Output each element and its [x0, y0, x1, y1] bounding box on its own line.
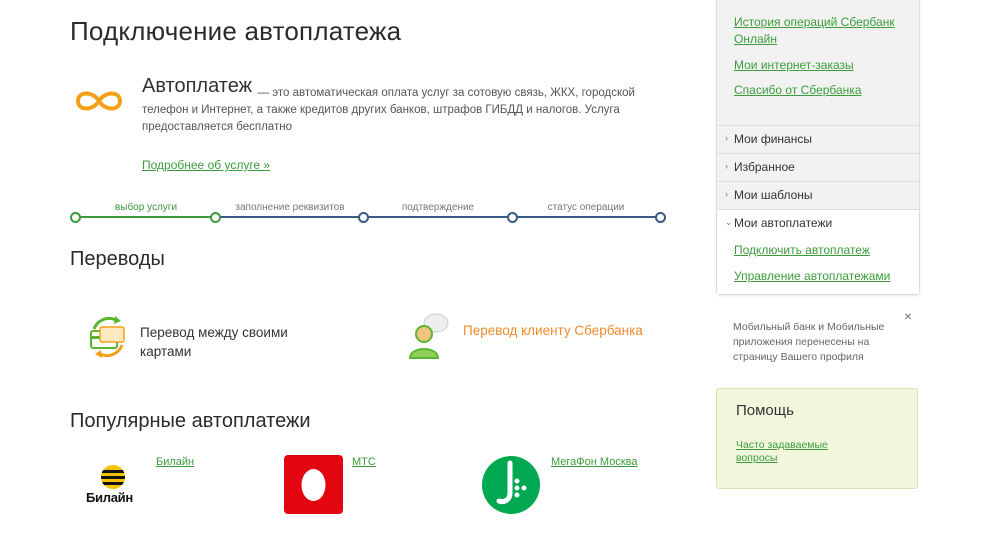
chevron-right-icon: › [725, 161, 728, 171]
help-title: Помощь [736, 402, 794, 419]
infinity-icon [72, 86, 126, 116]
sidebar-sub-manage-autopay[interactable]: Управление автоплатежами [734, 269, 890, 283]
close-icon[interactable]: × [904, 308, 912, 324]
step-dot-2 [358, 212, 369, 223]
notice-box: × Мобильный банк и Мобильные приложения … [716, 306, 918, 376]
more-about-service-link[interactable]: Подробнее об услуге » [142, 158, 270, 172]
sidebar-sub-connect-autopay[interactable]: Подключить автоплатеж [734, 243, 870, 257]
sidebar-item-finances[interactable]: › Мои финансы [717, 125, 919, 153]
sidebar-link-history[interactable]: История операций Сбербанк Онлайн [734, 14, 909, 48]
sidebar-item-favorites[interactable]: › Избранное [717, 153, 919, 181]
mts-logo[interactable] [284, 455, 343, 514]
person-icon[interactable] [406, 312, 456, 360]
mts-link[interactable]: МТС [352, 456, 376, 468]
notice-text: Мобильный банк и Мобильные приложения пе… [733, 321, 885, 363]
step-dot-start [70, 212, 81, 223]
sidebar-link-spasibo[interactable]: Спасибо от Сбербанка [734, 82, 862, 99]
cards-transfer-icon[interactable] [86, 315, 130, 359]
step-label-1: выбор услуги [114, 202, 178, 213]
popular-title: Популярные автоплатежи [70, 410, 311, 432]
chevron-down-icon: ⌄ [725, 217, 733, 227]
beeline-link[interactable]: Билайн [156, 456, 194, 468]
help-box: Помощь Часто задаваемые вопросы [716, 388, 918, 489]
step-dot-3 [507, 212, 518, 223]
chevron-right-icon: › [725, 133, 728, 143]
megafon-logo[interactable] [482, 456, 540, 514]
megafon-link[interactable]: МегаФон Москва [551, 456, 637, 468]
progress-steps: выбор услуги заполнение реквизитов подтв… [70, 198, 666, 228]
step-label-4: статус операции [547, 202, 625, 213]
step-label-3: подтверждение [401, 202, 475, 213]
sidebar-item-templates[interactable]: › Мои шаблоны [717, 181, 919, 209]
transfer-sberbank-client-link[interactable]: Перевод клиенту Сбербанка [463, 323, 643, 338]
step-label-2: заполнение реквизитов [235, 202, 345, 213]
step-dot-end [655, 212, 666, 223]
autopay-description: Автоплатеж — это автоматическая оплата у… [142, 87, 635, 133]
sidebar-link-orders[interactable]: Мои интернет-заказы [734, 57, 854, 74]
sidebar-menu: История операций Сбербанк Онлайн Мои инт… [716, 0, 920, 295]
page-title: Подключение автоплатежа [70, 16, 402, 46]
faq-link[interactable]: Часто задаваемые вопросы [736, 439, 856, 465]
step-line-pending [218, 216, 662, 218]
beeline-logo-text: Билайн [86, 490, 133, 505]
chevron-right-icon: › [725, 189, 728, 199]
step-dot-1 [210, 212, 221, 223]
transfer-own-cards-link[interactable]: Перевод между своими картами [140, 323, 320, 361]
step-line-done [74, 216, 218, 218]
transfers-title: Переводы [70, 248, 165, 270]
